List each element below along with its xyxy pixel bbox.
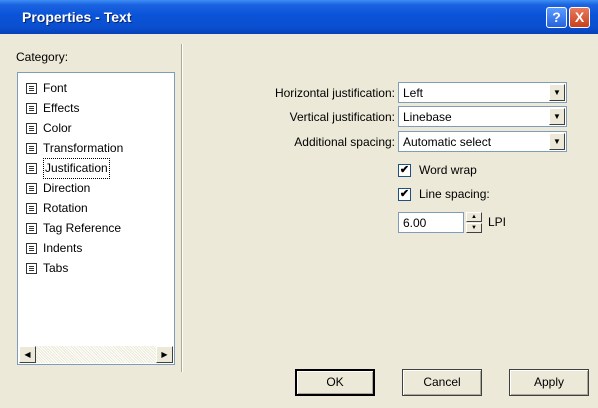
vertical-justification-value: Linebase: [403, 110, 452, 124]
dropdown-button[interactable]: ▼: [549, 84, 565, 101]
chevron-down-icon: ▼: [553, 112, 561, 121]
arrow-left-icon: ◀: [24, 350, 31, 359]
category-item-label: Effects: [43, 101, 80, 115]
word-wrap-option[interactable]: ✔ Word wrap: [398, 163, 477, 177]
page-icon: [26, 203, 37, 214]
category-item-label: Font: [43, 81, 68, 95]
category-item-label: Tag Reference: [43, 221, 122, 235]
page-icon: [26, 123, 37, 134]
category-item-indents[interactable]: Indents: [26, 239, 82, 258]
category-item-label: Indents: [43, 241, 83, 255]
line-spacing-input[interactable]: 6.00: [398, 212, 464, 233]
chevron-down-icon: ▼: [553, 88, 561, 97]
category-item-rotation[interactable]: Rotation: [26, 199, 88, 218]
horizontal-justification-select[interactable]: Left ▼: [398, 82, 567, 103]
arrow-up-icon: ▲: [471, 214, 477, 220]
page-icon: [26, 103, 37, 114]
category-item-direction[interactable]: Direction: [26, 179, 90, 198]
scroll-left-button[interactable]: ◀: [19, 346, 36, 363]
page-icon: [26, 183, 37, 194]
properties-dialog: Properties - Text ? X Category: Font Eff…: [0, 0, 598, 408]
page-icon: [26, 83, 37, 94]
line-spacing-value: 6.00: [403, 216, 427, 230]
category-item-label: Tabs: [43, 261, 69, 275]
line-spacing-checkbox[interactable]: ✔: [398, 187, 411, 201]
category-item-font[interactable]: Font: [26, 79, 67, 98]
line-spacing-option[interactable]: ✔ Line spacing:: [398, 187, 490, 201]
category-item-label: Transformation: [43, 141, 124, 155]
word-wrap-label: Word wrap: [419, 163, 477, 177]
horizontal-justification-value: Left: [403, 86, 424, 100]
category-item-label: Color: [43, 121, 72, 135]
close-icon: X: [574, 9, 585, 25]
line-spacing-label: Line spacing:: [419, 187, 490, 201]
close-button[interactable]: X: [569, 7, 590, 28]
arrow-down-icon: ▼: [471, 225, 477, 231]
additional-spacing-select[interactable]: Automatic select ▼: [398, 131, 567, 152]
page-icon: [26, 143, 37, 154]
horizontal-scrollbar[interactable]: ◀ ▶: [19, 346, 173, 363]
line-spacing-spinner[interactable]: ▲ ▼: [466, 212, 482, 233]
category-label: Category:: [16, 50, 69, 64]
ok-button[interactable]: OK: [295, 369, 375, 396]
category-item-tag-reference[interactable]: Tag Reference: [26, 219, 121, 238]
spin-up-button[interactable]: ▲: [466, 212, 482, 222]
category-item-transformation[interactable]: Transformation: [26, 139, 123, 158]
category-item-label: Justification: [43, 158, 110, 179]
category-item-justification[interactable]: Justification: [26, 158, 110, 179]
vertical-justification-select[interactable]: Linebase ▼: [398, 106, 567, 127]
cancel-button[interactable]: Cancel: [402, 369, 482, 396]
category-item-tabs[interactable]: Tabs: [26, 259, 68, 278]
category-item-color[interactable]: Color: [26, 119, 72, 138]
help-icon: ?: [552, 9, 561, 25]
scroll-right-button[interactable]: ▶: [156, 346, 173, 363]
word-wrap-checkbox[interactable]: ✔: [398, 163, 411, 177]
scroll-track[interactable]: [36, 346, 156, 363]
dropdown-button[interactable]: ▼: [549, 108, 565, 125]
window-title: Properties - Text: [22, 9, 132, 25]
page-icon: [26, 263, 37, 274]
panel-divider: [181, 44, 183, 372]
title-bar[interactable]: Properties - Text ? X: [0, 0, 598, 34]
category-item-effects[interactable]: Effects: [26, 99, 79, 118]
horizontal-justification-label: Horizontal justification:: [274, 86, 395, 100]
additional-spacing-label: Additional spacing:: [294, 135, 395, 149]
line-spacing-unit: LPI: [488, 215, 507, 229]
chevron-down-icon: ▼: [553, 137, 561, 146]
apply-button[interactable]: Apply: [509, 369, 589, 396]
dropdown-button[interactable]: ▼: [549, 133, 565, 150]
category-item-label: Direction: [43, 181, 91, 195]
spin-down-button[interactable]: ▼: [466, 223, 482, 233]
additional-spacing-value: Automatic select: [403, 135, 492, 149]
page-icon: [26, 243, 37, 254]
help-button[interactable]: ?: [546, 7, 567, 28]
page-icon: [26, 163, 37, 174]
vertical-justification-label: Vertical justification:: [289, 110, 395, 124]
category-list[interactable]: Font Effects Color Transformation Justif…: [17, 72, 175, 365]
arrow-right-icon: ▶: [161, 350, 168, 359]
page-icon: [26, 223, 37, 234]
category-item-label: Rotation: [43, 201, 88, 215]
